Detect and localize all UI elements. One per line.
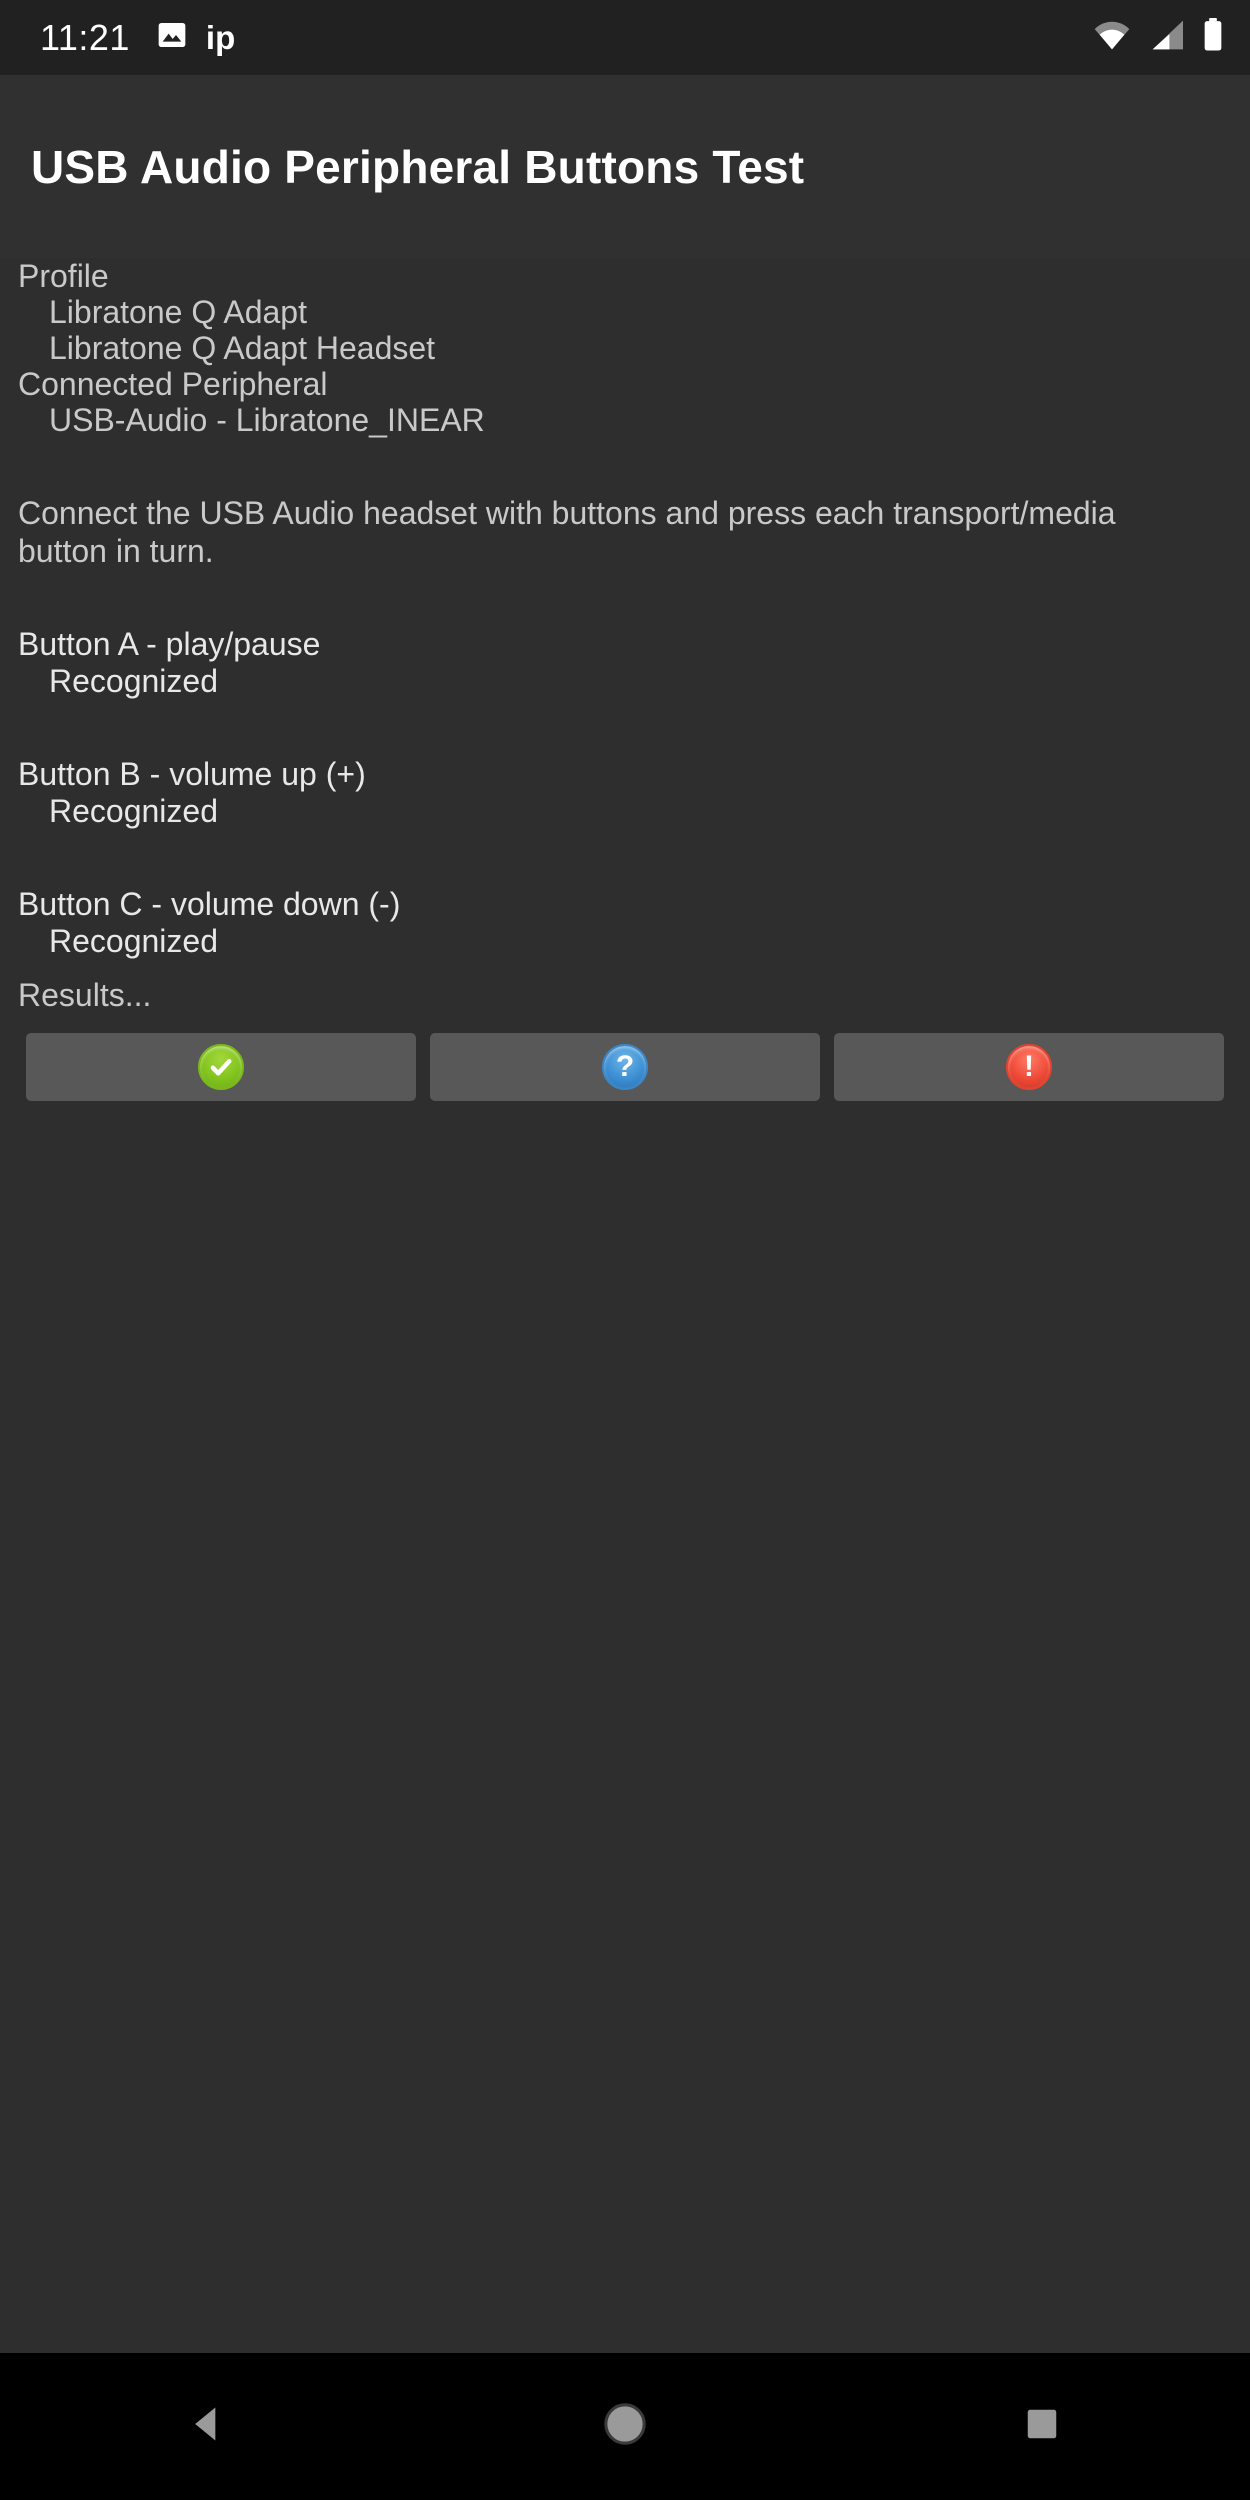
button-c-block: Button C - volume down (-) Recognized	[18, 886, 1232, 960]
home-circle-icon	[602, 2401, 648, 2452]
profile-value-0: Libratone Q Adapt	[49, 294, 307, 330]
main-content: Profile Libratone Q Adapt Libratone Q Ad…	[0, 258, 1250, 2278]
info-button[interactable]: ?	[430, 1033, 820, 1101]
nav-recents-button[interactable]	[952, 2353, 1132, 2500]
cell-signal-icon	[1149, 19, 1185, 56]
pass-button[interactable]	[26, 1033, 416, 1101]
button-a-block: Button A - play/pause Recognized	[18, 626, 1232, 700]
status-bar-notification-icons: ip	[156, 19, 235, 57]
question-mark-glyph: ?	[615, 1050, 635, 1083]
page-title: USB Audio Peripheral Buttons Test	[31, 140, 805, 193]
spacer-a-b	[18, 700, 1232, 756]
status-bar-system-icons	[1092, 18, 1224, 57]
back-triangle-icon	[186, 2402, 230, 2451]
profile-value-1: Libratone Q Adapt Headset	[49, 330, 436, 366]
connected-peripheral-label: Connected Peripheral	[18, 366, 328, 402]
button-c-status: Recognized	[49, 923, 218, 959]
status-bar: 11:21 ip	[0, 0, 1250, 75]
spacer-after-info	[18, 438, 1232, 494]
button-a-label: Button A - play/pause	[18, 626, 321, 662]
button-b-status: Recognized	[49, 793, 218, 829]
exclamation-circle-icon: !	[1006, 1044, 1052, 1090]
spacer-b-c	[18, 830, 1232, 886]
results-action-row: ? !	[18, 1033, 1232, 1101]
android-navigation-bar	[0, 2353, 1250, 2500]
results-label: Results...	[18, 977, 152, 1013]
nav-back-button[interactable]	[118, 2353, 298, 2500]
question-circle-icon: ?	[602, 1044, 648, 1090]
connected-peripheral-value-0: USB-Audio - Libratone_INEAR	[49, 402, 485, 438]
instructions-text: Connect the USB Audio headset with butto…	[18, 495, 1116, 569]
button-b-block: Button B - volume up (+) Recognized	[18, 756, 1232, 830]
nav-home-button[interactable]	[535, 2353, 715, 2500]
status-bar-clock: 11:21	[40, 16, 130, 58]
app-title-bar: USB Audio Peripheral Buttons Test	[0, 75, 1250, 258]
wifi-icon	[1092, 19, 1132, 56]
button-b-label: Button B - volume up (+)	[18, 756, 366, 792]
battery-full-icon	[1202, 18, 1224, 57]
profile-info-block: Profile Libratone Q Adapt Libratone Q Ad…	[18, 258, 1232, 438]
check-circle-icon	[198, 1044, 244, 1090]
fail-button[interactable]: !	[834, 1033, 1224, 1101]
profile-label: Profile	[18, 258, 109, 294]
status-bar-notification-text: ip	[205, 18, 236, 56]
button-a-status: Recognized	[49, 663, 218, 699]
recents-square-icon	[1023, 2405, 1061, 2448]
exclamation-mark-glyph: !	[1024, 1050, 1034, 1083]
spacer-after-instructions	[18, 570, 1232, 626]
spacer-before-results	[18, 960, 1232, 977]
button-c-label: Button C - volume down (-)	[18, 886, 401, 922]
image-icon	[156, 19, 188, 56]
